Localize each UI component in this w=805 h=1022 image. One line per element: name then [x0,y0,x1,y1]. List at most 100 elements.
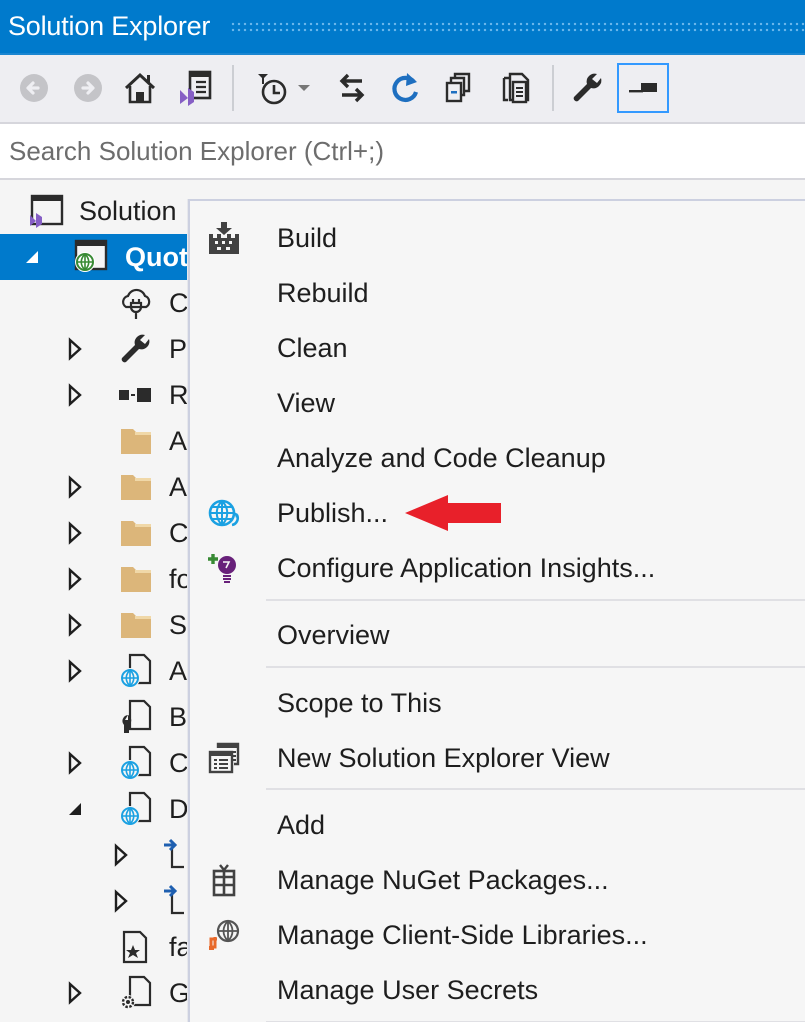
collapsed-icon[interactable] [113,889,129,913]
menu-item-label: Overview [277,619,390,650]
folder-icon [116,559,156,599]
expanded-icon[interactable] [24,245,40,269]
toolbar-separator [232,65,234,111]
menu-item-view[interactable]: View [190,376,805,430]
collapsed-icon[interactable] [67,521,83,545]
config-file-icon [116,697,156,737]
menu-item-label: Manage NuGet Packages... [277,864,609,895]
wrench-icon [573,73,602,102]
menu-item-label: Build [277,222,338,253]
back-button[interactable] [12,63,56,113]
menu-item-add[interactable]: Add [190,798,805,852]
menu-item-label: New Solution Explorer View [277,742,610,773]
folder-icon [116,421,156,461]
refresh-button[interactable] [384,63,428,113]
web-file-icon [116,651,156,691]
folder-icon [116,605,156,645]
folder-icon [116,513,156,553]
menu-item-scope-to-this[interactable]: Scope to This [190,676,805,730]
app-insights-icon [202,546,246,590]
tree-item-label: P [169,333,188,364]
menu-item-label: Add [277,809,326,840]
menu-item-build[interactable]: Build [190,211,805,265]
refresh-icon [392,73,419,102]
red-arrow-icon [405,495,501,531]
settings-file-icon [116,973,156,1013]
menu-item-manage-user-secrets[interactable]: Manage User Secrets [190,963,805,1017]
show-all-files-button[interactable] [494,63,538,113]
collapsed-icon[interactable] [67,981,83,1005]
solution-icon [26,191,66,231]
menu-item-configure-application-insights[interactable]: Configure Application Insights... [190,541,805,595]
publish-globe-icon [202,491,246,535]
collapse-all-button[interactable] [438,63,482,113]
menu-separator [266,599,805,601]
collapse-all-icon [445,72,471,103]
collapsed-icon[interactable] [67,567,83,591]
menu-item-manage-nuget-packages[interactable]: Manage NuGet Packages... [190,853,805,907]
search-box[interactable] [0,124,805,180]
title-bar-grip[interactable] [230,20,805,33]
new-view-icon [202,736,246,780]
preview-icon [629,83,657,93]
collapsed-icon[interactable] [67,383,83,407]
collapsed-icon[interactable] [67,475,83,499]
menu-item-label: Manage User Secrets [277,974,539,1005]
window-title: Solution Explorer [8,11,211,41]
tree-item-label: C [169,517,189,548]
pending-changes-filter-button[interactable] [250,63,294,113]
nuget-package-icon [202,858,246,902]
connected-services-icon [116,283,156,323]
filter-clock-icon [258,74,287,105]
web-file-icon [116,743,156,783]
collapsed-icon[interactable] [67,751,83,775]
annotation-arrow [403,493,503,538]
tree-item-label: B [169,701,188,732]
show-all-files-icon [502,72,530,104]
menu-item-label: View [277,387,336,418]
menu-item-label: Clean [277,332,348,363]
tree-item-label: A [169,655,188,686]
web-file-icon [116,789,156,829]
menu-item-clean[interactable]: Clean [190,321,805,375]
sync-with-active-document-button[interactable] [330,63,374,113]
sync-arrows-icon [339,73,365,103]
properties-button[interactable] [566,63,610,113]
switch-views-button[interactable] [172,63,216,113]
home-button[interactable] [118,63,162,113]
references-icon [116,375,156,415]
menu-item-manage-client-side-libraries[interactable]: Manage Client-Side Libraries... [190,908,805,962]
vs-switch-views-icon [180,70,212,106]
menu-item-label: Configure Application Insights... [277,552,656,583]
forward-button[interactable] [66,63,110,113]
menu-item-overview[interactable]: Overview [190,608,805,662]
menu-item-label: Publish... [277,497,389,528]
web-project-icon [70,237,110,277]
search-input[interactable] [0,124,805,178]
menu-item-rebuild[interactable]: Rebuild [190,266,805,320]
expanded-icon[interactable] [67,797,83,821]
collapsed-icon[interactable] [67,659,83,683]
collapsed-icon[interactable] [113,843,129,867]
toolbar-separator [552,65,554,111]
build-icon [202,216,246,260]
menu-separator [266,666,805,668]
filter-dropdown-button[interactable] [292,63,316,113]
menu-item-label: Analyze and Code Cleanup [277,442,606,473]
menu-item-new-solution-explorer-view[interactable]: New Solution Explorer View [190,731,805,785]
menu-item-label: Manage Client-Side Libraries... [277,919,648,950]
tree-item-label: Solution [79,195,177,226]
tree-item-label: D [169,793,189,824]
folder-icon [116,467,156,507]
back-arrow-circle-icon [20,74,48,102]
toolbar [0,55,805,124]
menu-item-analyze-and-code-cleanup[interactable]: Analyze and Code Cleanup [190,431,805,485]
preview-selected-items-button[interactable] [617,63,669,113]
client-libraries-icon [202,913,246,957]
collapsed-icon[interactable] [67,613,83,637]
tree-item-label: Quot [125,241,188,272]
collapsed-icon[interactable] [67,337,83,361]
title-bar: Solution Explorer [0,0,805,55]
menu-separator [266,788,805,790]
dropdown-caret-icon [298,85,310,91]
